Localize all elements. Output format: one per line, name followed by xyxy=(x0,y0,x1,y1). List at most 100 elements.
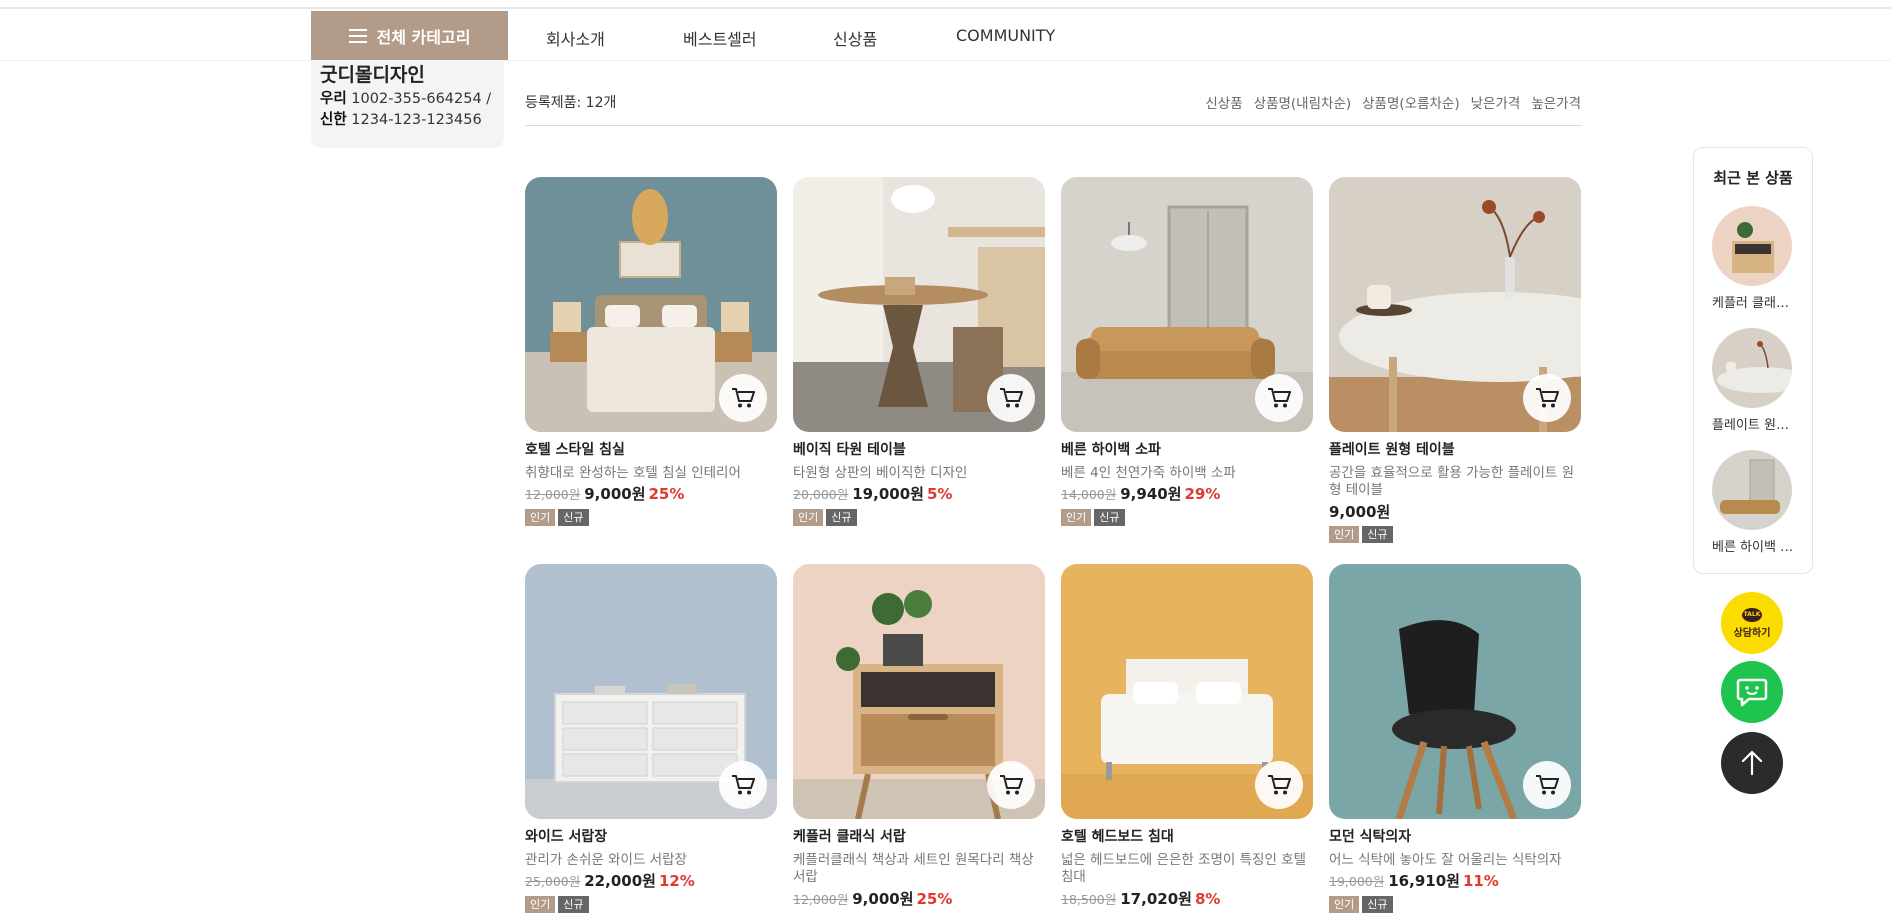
cart-icon xyxy=(732,388,755,408)
recent-title: 최근 본 상품 xyxy=(1713,169,1793,187)
product-desc: 베른 4인 천연가죽 하이백 소파 xyxy=(1061,464,1236,481)
shop-info-card: 굿디몰디자인 우리 1002-355-664254 / 신한 1234-123-… xyxy=(311,60,504,148)
recent-item[interactable]: 케플러 클래식 서랍 xyxy=(1712,206,1794,311)
product-price: 12,000원 9,000원 25% xyxy=(525,485,777,505)
original-price: 18,500원 xyxy=(1061,891,1117,907)
product-desc: 공간을 효율적으로 활용 가능한 플레이트 원형 테이블 xyxy=(1329,464,1575,499)
sale-price: 19,000원 xyxy=(852,485,924,504)
badge-new: 신규 xyxy=(1362,526,1393,544)
bank-name: 우리 xyxy=(320,91,347,107)
product-name[interactable]: 베른 하이백 소파 xyxy=(1061,442,1313,459)
chat-icon xyxy=(1736,678,1768,707)
product-name[interactable]: 케플러 클래식 서랍 xyxy=(793,829,1045,846)
chat-button[interactable] xyxy=(1721,661,1783,723)
badge-group: 인기 신규 xyxy=(1061,508,1313,526)
product-count: 등록제품: 12개 xyxy=(525,95,617,111)
recent-thumb[interactable] xyxy=(1712,450,1792,530)
sort-options: 신상품 상품명(내림차순) 상품명(오름차순) 낮은가격 높은가격 xyxy=(1205,92,1581,112)
product-image[interactable] xyxy=(1329,177,1581,432)
product-name[interactable]: 호텔 스타일 침실 xyxy=(525,442,777,459)
product-desc: 관리가 손쉬운 와이드 서랍장 xyxy=(525,851,687,868)
nav-bestseller[interactable]: 베스트셀러 xyxy=(683,26,757,50)
product-desc: 취향대로 완성하는 호텔 침실 인테리어 xyxy=(525,464,741,481)
add-to-cart-button[interactable] xyxy=(1255,761,1303,809)
sort-name-asc[interactable]: 상품명(오름차순) xyxy=(1362,92,1459,112)
sort-name-desc[interactable]: 상품명(내림차순) xyxy=(1254,92,1351,112)
shop-name: 굿디몰디자인 xyxy=(320,64,425,86)
recent-thumb[interactable] xyxy=(1712,206,1792,286)
badge-popular: 인기 xyxy=(1329,526,1360,544)
cart-icon xyxy=(1268,775,1291,795)
product-image[interactable] xyxy=(793,564,1045,819)
nav-divider xyxy=(0,60,1891,61)
product-name[interactable]: 베이직 타원 테이블 xyxy=(793,442,1045,459)
product-card[interactable]: 모던 식탁의자 어느 식탁에 놓아도 잘 어울리는 식탁의자 19,000원 16… xyxy=(1329,564,1581,913)
bank-account-woori: 우리 1002-355-664254 / xyxy=(320,87,491,108)
product-image[interactable] xyxy=(1061,177,1313,432)
nightstand-thumb-icon xyxy=(1712,206,1792,286)
add-to-cart-button[interactable] xyxy=(987,761,1035,809)
sale-price: 16,910원 xyxy=(1388,872,1460,891)
product-price: 9,000원 xyxy=(1329,503,1581,523)
all-categories-button[interactable]: 전체 카테고리 xyxy=(311,11,508,60)
product-image[interactable] xyxy=(1061,564,1313,819)
scroll-top-button[interactable] xyxy=(1721,732,1783,794)
product-image[interactable] xyxy=(793,177,1045,432)
product-name[interactable]: 모던 식탁의자 xyxy=(1329,829,1581,846)
nav-company[interactable]: 회사소개 xyxy=(546,26,605,50)
recent-thumb[interactable] xyxy=(1712,328,1792,408)
badge-popular: 인기 xyxy=(1329,895,1360,913)
product-image[interactable] xyxy=(525,564,777,819)
product-card[interactable]: 와이드 서랍장 관리가 손쉬운 와이드 서랍장 25,000원 22,000원 12… xyxy=(525,564,777,913)
sofa-thumb-icon xyxy=(1712,450,1792,530)
discount-rate: 25% xyxy=(916,889,953,908)
badge-new: 신규 xyxy=(558,895,589,913)
bank-name: 신한 xyxy=(320,112,347,128)
product-card[interactable]: 케플러 클래식 서랍 케플러클래식 책상과 세트인 원목다리 책상서랍 12,0… xyxy=(793,564,1045,909)
recent-item[interactable]: 플레이트 원형 테이블 xyxy=(1712,328,1794,433)
kakao-consult-button[interactable]: TALK 상담하기 xyxy=(1721,592,1783,654)
recent-name: 플레이트 원형 테이블 xyxy=(1712,418,1794,433)
add-to-cart-button[interactable] xyxy=(1523,374,1571,422)
product-name[interactable]: 플레이트 원형 테이블 xyxy=(1329,442,1581,459)
product-price: 25,000원 22,000원 12% xyxy=(525,872,777,892)
sort-price-low[interactable]: 낮은가격 xyxy=(1471,92,1521,112)
discount-rate: 8% xyxy=(1194,889,1221,908)
toolbar-divider xyxy=(525,125,1582,126)
badge-new: 신규 xyxy=(1362,895,1393,913)
sort-newest[interactable]: 신상품 xyxy=(1205,92,1242,112)
add-to-cart-button[interactable] xyxy=(1255,374,1303,422)
badge-popular: 인기 xyxy=(793,508,824,526)
recent-item[interactable]: 베른 하이백 소파 xyxy=(1712,450,1794,555)
product-image[interactable] xyxy=(525,177,777,432)
sort-price-high[interactable]: 높은가격 xyxy=(1531,92,1581,112)
product-image[interactable] xyxy=(1329,564,1581,819)
product-card[interactable]: 베른 하이백 소파 베른 4인 천연가죽 하이백 소파 14,000원 9,940… xyxy=(1061,177,1313,526)
product-price: 18,500원 17,020원 8% xyxy=(1061,890,1313,910)
discount-rate: 12% xyxy=(658,872,695,891)
add-to-cart-button[interactable] xyxy=(1523,761,1571,809)
original-price: 20,000원 xyxy=(793,487,849,503)
product-name[interactable]: 호텔 헤드보드 침대 xyxy=(1061,829,1313,846)
add-to-cart-button[interactable] xyxy=(719,374,767,422)
product-card[interactable]: 호텔 스타일 침실 취향대로 완성하는 호텔 침실 인테리어 12,000원 9,… xyxy=(525,177,777,526)
product-card[interactable]: 플레이트 원형 테이블 공간을 효율적으로 활용 가능한 플레이트 원형 테이블… xyxy=(1329,177,1581,544)
account-number: 1234-123-123456 xyxy=(351,112,482,128)
nav-community[interactable]: COMMUNITY xyxy=(956,26,1055,45)
product-card[interactable]: 베이직 타원 테이블 타원형 상판의 베이직한 디자인 20,000원 19,00… xyxy=(793,177,1045,526)
badge-group: 인기 신규 xyxy=(525,508,777,526)
original-price: 25,000원 xyxy=(525,874,581,890)
kakao-consult-label: 상담하기 xyxy=(1733,627,1771,639)
recent-name: 베른 하이백 소파 xyxy=(1712,540,1794,555)
product-desc: 케플러클래식 책상과 세트인 원목다리 책상서랍 xyxy=(793,851,1034,886)
add-to-cart-button[interactable] xyxy=(987,374,1035,422)
product-name[interactable]: 와이드 서랍장 xyxy=(525,829,777,846)
badge-new: 신규 xyxy=(1094,508,1125,526)
badge-group: 인기 신규 xyxy=(525,895,777,913)
menu-icon xyxy=(348,28,367,43)
bank-account-shinhan: 신한 1234-123-123456 xyxy=(320,108,482,129)
add-to-cart-button[interactable] xyxy=(719,761,767,809)
product-card[interactable]: 호텔 헤드보드 침대 넓은 헤드보드에 은은한 조명이 특징인 호텔 침대 18… xyxy=(1061,564,1313,909)
nav-new-products[interactable]: 신상품 xyxy=(833,26,877,50)
badge-group: 인기 신규 xyxy=(1329,895,1581,913)
